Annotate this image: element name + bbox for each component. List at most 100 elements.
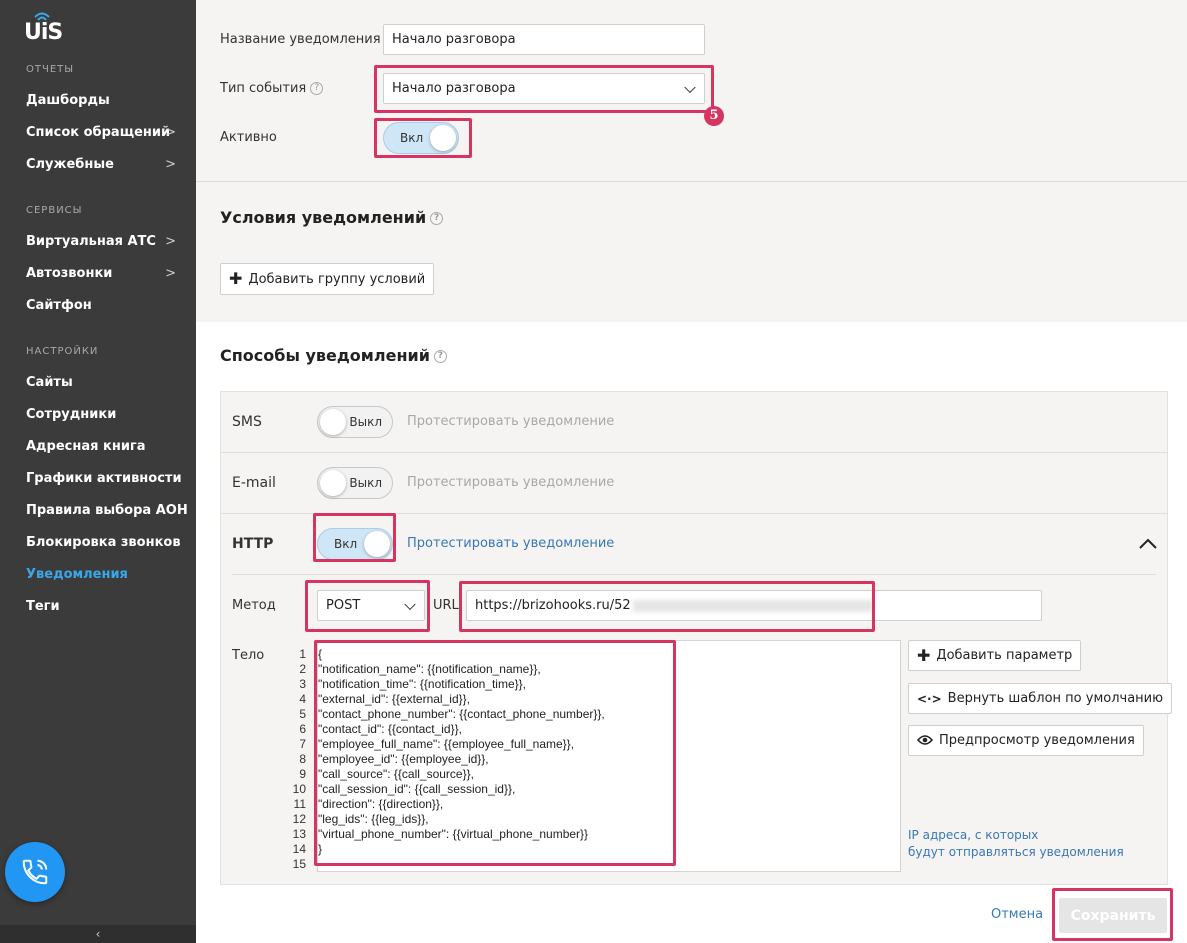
active-toggle[interactable]: Вкл [383, 122, 459, 154]
plus-icon: ✚ [229, 269, 243, 288]
divider [232, 574, 1156, 575]
line-number: 14 [292, 842, 306, 856]
sidebar-item-label: Дашборды [26, 93, 110, 108]
sidebar-item-address-book[interactable]: Адресная книга [26, 439, 186, 454]
chevron-up-icon[interactable] [1138, 538, 1158, 550]
http-toggle[interactable]: Вкл [317, 528, 393, 560]
sidebar-item-label: Сайты [26, 375, 73, 390]
code-line: 1{ [290, 647, 322, 662]
reset-template-button[interactable]: <·> Вернуть шаблон по умолчанию [908, 683, 1173, 714]
reset-template-label: Вернуть шаблон по умолчанию [947, 691, 1164, 706]
add-condition-group-label: Добавить группу условий [248, 271, 426, 287]
body-label: Тело [232, 648, 265, 663]
email-toggle[interactable]: Выкл [317, 467, 393, 499]
logo[interactable]: UiS [24, 12, 64, 45]
line-number: 5 [299, 707, 306, 721]
line-number: 12 [292, 812, 306, 826]
section-title-reports: ОТЧЕТЫ [26, 64, 75, 75]
help-icon[interactable]: ? [310, 82, 324, 95]
http-test-link[interactable]: Протестировать уведомление [407, 536, 614, 551]
chevron-down-icon [404, 598, 416, 610]
sidebar-item-service[interactable]: Служебные > [26, 157, 186, 172]
add-parameter-label: Добавить параметр [936, 648, 1073, 663]
code-line: 13 "virtual_phone_number": {{virtual_phon… [290, 827, 588, 842]
sidebar-item-employees[interactable]: Сотрудники [26, 407, 186, 422]
save-button[interactable]: Сохранить [1059, 898, 1167, 933]
sidebar-item-tags[interactable]: Теги [26, 599, 186, 614]
methods-title-text: Способы уведомлений [220, 346, 430, 365]
url-input[interactable]: https://brizohooks.ru/52 [466, 590, 1042, 621]
url-value: https://brizohooks.ru/52 [475, 598, 631, 613]
code-line: 14} [290, 842, 322, 857]
url-label: URL [433, 598, 459, 613]
sidebar-item-label: Служебные [26, 157, 114, 172]
sidebar-item-label: Список обращений [26, 125, 171, 140]
preview-label: Предпросмотр уведомления [939, 733, 1135, 748]
method-value: POST [326, 598, 361, 613]
sidebar-item-activity-schedules[interactable]: Графики активности [26, 471, 186, 486]
sidebar-item-sitephone[interactable]: Сайтфон [26, 298, 186, 313]
sidebar-item-virtual-pbx[interactable]: Виртуальная АТС > [26, 234, 186, 249]
code-line: 3 "notification_time": {{notification_tim… [290, 677, 526, 692]
toggle-knob [364, 531, 390, 557]
sms-toggle[interactable]: Выкл [317, 406, 393, 438]
method-select[interactable]: POST [317, 590, 425, 621]
cancel-button[interactable]: Отмена [991, 907, 1043, 922]
sidebar-item-sites[interactable]: Сайты [26, 375, 186, 390]
event-type-select[interactable]: Начало разговора [383, 73, 705, 104]
code-text: "direction": {{direction}}, [318, 797, 444, 811]
sidebar-item-label: Сотрудники [26, 407, 117, 422]
sidebar-item-label: Правила выбора АОН [26, 503, 188, 518]
event-type-value: Начало разговора [392, 81, 516, 96]
line-number: 1 [299, 647, 306, 661]
add-parameter-button[interactable]: ✚ Добавить параметр [908, 640, 1082, 671]
code-line: 11 "direction": {{direction}}, [290, 797, 444, 812]
name-label: Название уведомления [220, 32, 381, 47]
preview-button[interactable]: Предпросмотр уведомления [908, 725, 1144, 756]
sidebar-item-label: Автозвонки [26, 266, 113, 281]
code-line: 10 "call_session_id": {{call_session_id}}… [290, 782, 516, 797]
section-title-settings: НАСТРОЙКИ [26, 346, 99, 357]
sidebar-item-label: Адресная книга [26, 439, 146, 454]
code-line: 12 "leg_ids": {{leg_ids}}, [290, 812, 429, 827]
code-text: "contact_phone_number": {{contact_phone_… [318, 707, 605, 721]
code-line: 9 "call_source": {{call_source}}, [290, 767, 474, 782]
toggle-knob [320, 470, 346, 496]
phone-icon [22, 859, 48, 885]
email-label: E-mail [232, 475, 276, 491]
sms-label: SMS [232, 414, 262, 430]
sidebar-item-caller-id-rules[interactable]: Правила выбора АОН [26, 503, 188, 518]
sidebar-item-notifications[interactable]: Уведомления [26, 567, 186, 582]
call-widget-button[interactable] [5, 842, 65, 902]
code-line: 2 "notification_name": {{notification_nam… [290, 662, 541, 677]
sms-test-link[interactable]: Протестировать уведомление [407, 414, 614, 429]
sidebar-item-dashboards[interactable]: Дашборды [26, 93, 186, 108]
sidebar-item-autocalls[interactable]: Автозвонки > [26, 266, 186, 281]
code-text: "employee_id": {{employee_id}}, [318, 752, 489, 766]
eye-icon [916, 733, 934, 749]
sidebar-item-call-blocking[interactable]: Блокировка звонков [26, 535, 186, 550]
code-line: 7 "employee_full_name": {{employee_full_n… [290, 737, 574, 752]
sidebar-item-label: Уведомления [26, 567, 128, 582]
code-text: } [318, 842, 323, 856]
code-line: 6 "contact_id": {{contact_id}}, [290, 722, 462, 737]
code-text: "notification_name": {{notification_name… [318, 662, 541, 676]
line-number: 6 [299, 722, 306, 736]
notification-name-input[interactable]: Начало разговора [383, 24, 705, 55]
sidebar-item-label: Блокировка звонков [26, 535, 181, 550]
sidebar-item-requests[interactable]: Список обращений > [26, 125, 186, 140]
line-number: 4 [299, 692, 306, 706]
ip-addresses-link[interactable]: IP адреса, с которых будут отправляться … [908, 827, 1124, 861]
line-number: 13 [292, 827, 306, 841]
help-icon[interactable]: ? [433, 350, 447, 363]
sidebar: UiS ОТЧЕТЫ Дашборды Список обращений > Сл… [0, 0, 196, 943]
code-text: "call_source": {{call_source}}, [318, 767, 474, 781]
help-icon[interactable]: ? [430, 212, 444, 225]
add-condition-group-button[interactable]: ✚ Добавить группу условий [220, 263, 435, 295]
plus-icon: ✚ [917, 645, 931, 665]
collapse-sidebar-button[interactable]: ‹ [0, 925, 196, 943]
chevron-right-icon: > [165, 157, 176, 172]
methods-section: Способы уведомлений? SMS Выкл Протестиро… [196, 322, 1187, 943]
email-test-link[interactable]: Протестировать уведомление [407, 475, 614, 490]
section-title-services: СЕРВИСЫ [26, 205, 83, 216]
